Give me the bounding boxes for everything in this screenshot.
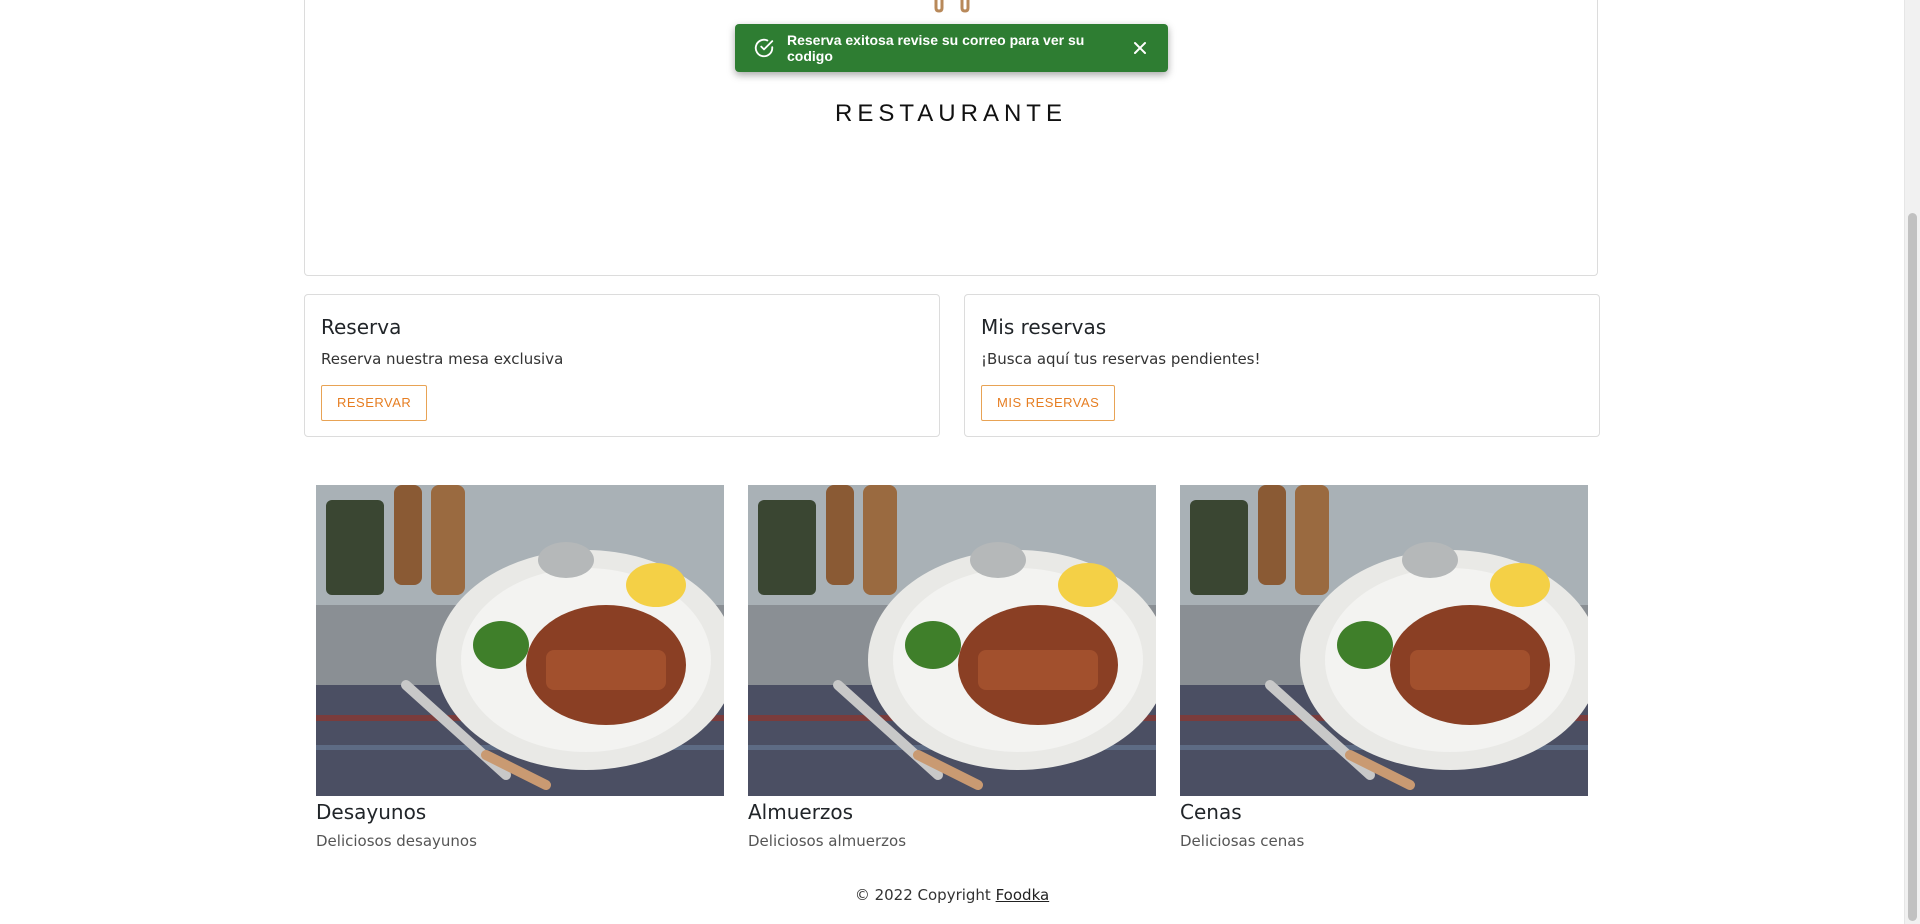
category-card-dinner: Cenas Deliciosas cenas <box>1180 485 1588 851</box>
category-description: Deliciosas cenas <box>1180 832 1305 850</box>
category-card-lunch: Almuerzos Deliciosos almuerzos <box>748 485 1156 851</box>
footer-copyright: © 2022 Copyright <box>854 886 996 904</box>
food-image <box>1180 485 1588 796</box>
reserve-card-text: Reserva nuestra mesa exclusiva <box>321 350 564 368</box>
vertical-scrollbar[interactable] <box>1904 0 1920 924</box>
hero-title: RESTAURANTE <box>835 100 1067 127</box>
my-reservations-button[interactable]: MIS RESERVAS <box>981 385 1116 421</box>
footer-link[interactable]: Foodka <box>996 886 1050 904</box>
food-image <box>748 485 1156 796</box>
footer: © 2022 Copyright Foodka <box>0 886 1904 904</box>
category-description: Deliciosos desayunos <box>316 832 477 850</box>
category-title: Almuerzos <box>748 800 854 824</box>
category-description: Deliciosos almuerzos <box>748 832 907 850</box>
food-image <box>316 485 724 796</box>
page: RESTAURANTE Reserva exitosa revise su co… <box>0 0 1904 924</box>
reserve-card-title: Reserva <box>321 315 402 339</box>
reserve-button[interactable]: RESERVAR <box>321 385 428 421</box>
close-icon[interactable] <box>1128 36 1152 60</box>
reserve-card: Reserva Reserva nuestra mesa exclusiva R… <box>304 294 940 437</box>
logo-icon <box>934 0 970 13</box>
success-toast: Reserva exitosa revise su correo para ve… <box>735 24 1168 72</box>
category-card-breakfast: Desayunos Deliciosos desayunos <box>316 485 724 851</box>
scrollbar-thumb[interactable] <box>1908 213 1917 921</box>
toast-message: Reserva exitosa revise su correo para ve… <box>787 32 1085 64</box>
category-title: Desayunos <box>316 800 427 824</box>
my-reservations-card: Mis reservas ¡Busca aquí tus reservas pe… <box>964 294 1600 437</box>
category-title: Cenas <box>1180 800 1242 824</box>
my-reservations-card-title: Mis reservas <box>981 315 1107 339</box>
my-reservations-card-text: ¡Busca aquí tus reservas pendientes! <box>981 350 1261 368</box>
check-circle-icon <box>753 37 775 59</box>
